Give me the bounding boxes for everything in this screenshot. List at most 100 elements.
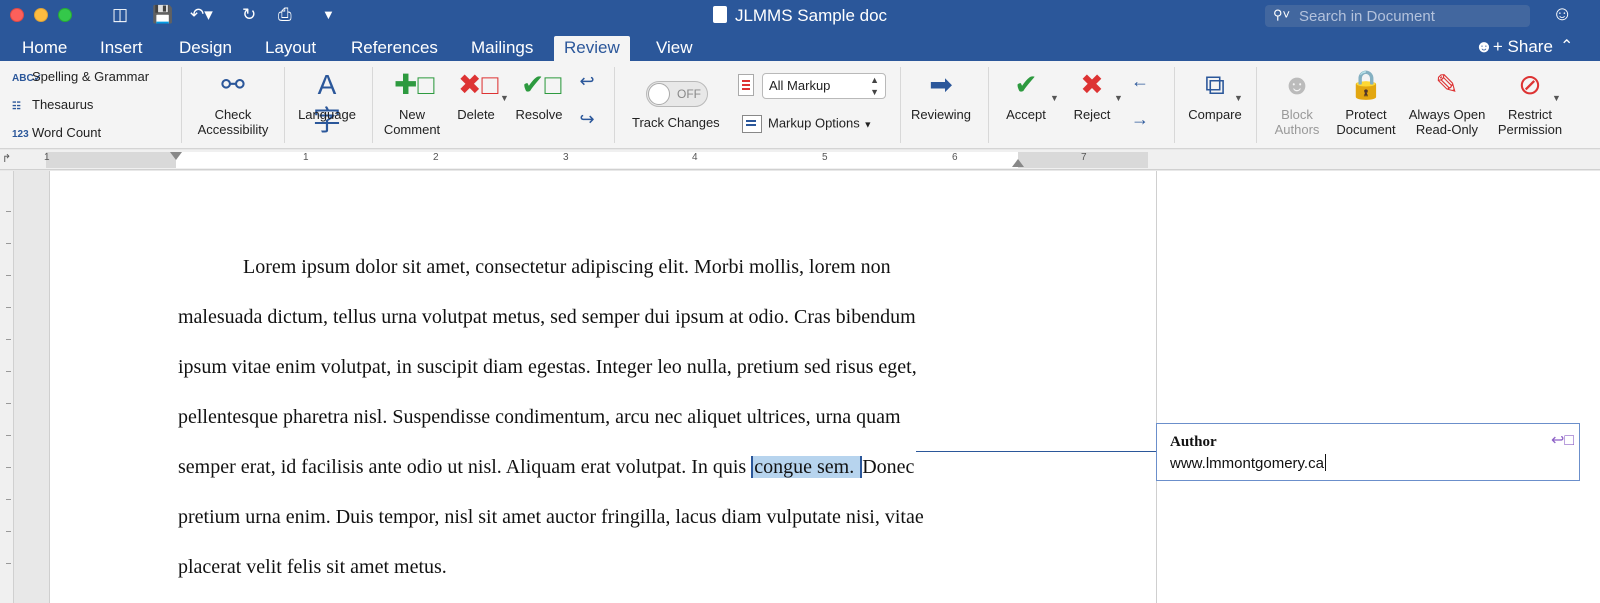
text-line: ipsum vitae enim volutpat, in suscipit d… <box>178 356 917 378</box>
thesaurus-book-icon: ☷ <box>12 101 21 112</box>
previous-comment-icon: ↩ <box>579 71 595 91</box>
divider <box>900 67 901 143</box>
tab-mailings[interactable]: Mailings <box>461 36 543 61</box>
comment-balloon[interactable]: Author www.lmmontgomery.ca ↩□ <box>1156 423 1580 481</box>
text-line: pretium urna enim. Duis tempor, nisl sit… <box>178 506 924 528</box>
delete-comment-icon: ✖□ <box>458 69 499 100</box>
block-authors-icon: ☻ <box>1282 69 1312 100</box>
tab-design[interactable]: Design <box>169 36 242 61</box>
divider <box>181 67 182 143</box>
text-line: placerat velit felis sit amet metus. <box>178 556 447 578</box>
collapse-ribbon-icon[interactable]: ⌃ <box>1560 36 1573 56</box>
new-comment-icon: ✚□ <box>394 69 435 100</box>
language-icon: A字 <box>312 69 341 136</box>
chevron-down-icon[interactable]: ▼ <box>1114 91 1123 106</box>
word-count-button[interactable]: 123 Word Count <box>12 123 101 145</box>
resolve-comment-button[interactable]: ✔□ Resolve <box>510 67 568 122</box>
ruler-tick <box>6 371 11 372</box>
ruler-tick <box>6 243 11 244</box>
chevron-down-icon[interactable]: ▼ <box>1050 91 1059 106</box>
text-line: pellentesque pharetra nisl. Suspendisse … <box>178 406 901 428</box>
previous-change-button[interactable]: ← <box>1126 69 1154 97</box>
restrict-permission-button[interactable]: ⊘ Restrict Permission ▼ <box>1492 67 1568 137</box>
share-button[interactable]: ☻+ Share <box>1475 36 1553 58</box>
ruler-tick <box>6 403 11 404</box>
tab-home[interactable]: Home <box>12 36 77 61</box>
tab-review[interactable]: Review <box>554 36 630 61</box>
chevron-down-icon[interactable]: ▼ <box>1234 91 1243 106</box>
track-changes-label: Track Changes <box>632 115 720 130</box>
add-person-icon: ☻+ <box>1475 37 1508 56</box>
accessibility-icon: ⚯ <box>221 69 245 100</box>
reviewing-pane-icon: ➡ <box>929 69 953 100</box>
delete-comment-button[interactable]: ✖□ Delete ▼ <box>448 67 509 122</box>
ruler-tick <box>6 499 11 500</box>
markup-options-icon <box>742 115 762 133</box>
thesaurus-button[interactable]: ☷ Thesaurus <box>12 95 93 117</box>
next-change-button[interactable]: → <box>1126 107 1154 135</box>
tab-insert[interactable]: Insert <box>90 36 153 61</box>
next-comment-button[interactable]: ↪ <box>573 107 601 135</box>
markup-pane <box>1156 171 1600 603</box>
tab-layout[interactable]: Layout <box>255 36 326 61</box>
display-for-review-icon <box>738 74 754 96</box>
spelling-grammar-button[interactable]: ABC✓Spelling & Grammar <box>12 67 149 89</box>
chevron-down-icon[interactable]: ▼ <box>1552 91 1561 106</box>
right-indent-marker[interactable] <box>1012 159 1024 167</box>
reviewing-pane-button[interactable]: ➡ Reviewing <box>906 67 976 122</box>
protect-document-button[interactable]: 🔒 Protect Document <box>1332 67 1400 137</box>
ruler-tick <box>6 531 11 532</box>
block-authors-button[interactable]: ☻ Block Authors <box>1262 67 1332 137</box>
resolve-comment-icon: ✔□ <box>521 69 562 100</box>
horizontal-ruler[interactable]: ↱ 1 1 2 3 4 5 6 7 <box>0 150 1600 170</box>
ruler-number: 4 <box>692 152 698 163</box>
tab-references[interactable]: References <box>341 36 448 61</box>
markup-view-select[interactable]: All Markup ▲ ▼ <box>762 73 886 99</box>
markup-options-button[interactable]: Markup Options ▼ <box>742 115 872 133</box>
divider <box>284 67 285 143</box>
ruler-number: 2 <box>433 152 439 163</box>
reply-icon[interactable]: ↩□ <box>1551 430 1574 450</box>
ruler-number: 6 <box>952 152 958 163</box>
text-caret <box>1324 454 1326 471</box>
divider <box>988 67 989 143</box>
reject-button[interactable]: ✖ Reject ▼ <box>1064 67 1123 122</box>
chevron-down-icon[interactable]: ▼ <box>500 91 509 106</box>
tab-stop-icon[interactable]: ↱ <box>2 152 11 165</box>
ruler-number: 1 <box>44 152 50 163</box>
compare-button[interactable]: ⧉ Compare ▼ <box>1182 67 1248 122</box>
previous-change-icon: ← <box>1131 71 1149 91</box>
comment-connector-line <box>916 451 1156 452</box>
previous-comment-button[interactable]: ↩ <box>573 69 601 97</box>
ruler-number: 3 <box>563 152 569 163</box>
spelling-check-icon: ABC✓ <box>12 73 43 84</box>
search-input[interactable] <box>1299 7 1524 25</box>
accept-button[interactable]: ✔ Accept ▼ <box>998 67 1059 122</box>
new-comment-button[interactable]: ✚□ New Comment <box>380 67 444 137</box>
read-only-pencil-icon: ✎ <box>1435 69 1459 100</box>
ruler-number: 7 <box>1081 152 1087 163</box>
text-line: malesuada dictum, tellus urna volutpat m… <box>178 306 916 328</box>
check-accessibility-button[interactable]: ⚯ Check Accessibility <box>190 67 276 137</box>
document-body[interactable]: Lorem ipsum dolor sit amet, consectetur … <box>178 242 998 592</box>
divider <box>1174 67 1175 143</box>
language-button[interactable]: A字 Language <box>292 67 362 136</box>
tab-view[interactable]: View <box>646 36 703 61</box>
left-margin-area <box>46 152 176 168</box>
commented-text-highlight[interactable]: congue sem. <box>751 456 863 478</box>
title-bar: ◫ 💾 ↶▾ ↻ ⎙ ▼ JLMMS Sample doc ⚲˅ ☺ <box>0 0 1600 32</box>
search-box[interactable]: ⚲˅ <box>1265 5 1530 27</box>
ruler-tick <box>6 307 11 308</box>
ruler-tick <box>6 339 11 340</box>
toggle-knob <box>648 83 670 105</box>
always-open-read-only-button[interactable]: ✎ Always Open Read-Only <box>1402 67 1492 137</box>
ruler-tick <box>6 467 11 468</box>
comment-text-field[interactable]: www.lmmontgomery.ca <box>1170 454 1326 472</box>
first-line-indent-marker[interactable] <box>170 152 182 160</box>
vertical-ruler[interactable] <box>0 171 14 603</box>
divider <box>372 67 373 143</box>
ribbon-tabs: Home Insert Design Layout References Mai… <box>0 32 1600 61</box>
track-changes-toggle[interactable]: OFF <box>646 81 708 107</box>
chevron-down-icon: ▼ <box>863 119 873 130</box>
feedback-smiley-icon[interactable]: ☺ <box>1552 3 1572 26</box>
